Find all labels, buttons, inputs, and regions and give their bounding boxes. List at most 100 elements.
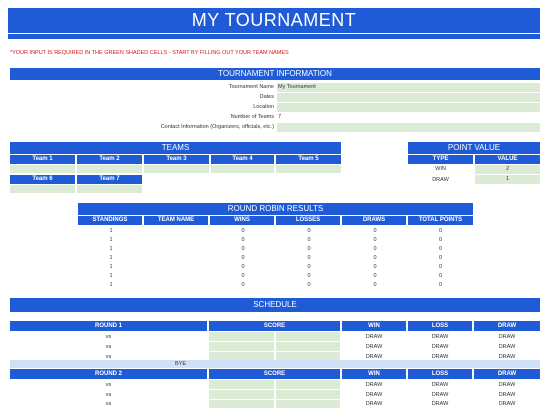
- tournament-info-header: TOURNAMENT INFORMATION: [10, 68, 540, 80]
- round1-match-2-score-b[interactable]: [276, 342, 340, 351]
- round1-match-2-loss: DRAW: [431, 344, 449, 350]
- round2-match-3-loss: DRAW: [431, 401, 449, 407]
- point-type-draw: DRAW: [432, 177, 449, 183]
- rr-draws: 0: [373, 227, 377, 234]
- rr-losses: 0: [307, 263, 311, 270]
- team-label-5: Team 5: [276, 155, 341, 164]
- rr-draws: 0: [373, 263, 377, 270]
- rr-total: 0: [438, 236, 443, 243]
- round1-score-header: SCORE: [209, 321, 340, 331]
- round1-loss-header: LOSS: [408, 321, 472, 331]
- rr-draws: 0: [373, 236, 377, 243]
- table-row: 1 0 0 0 0: [78, 271, 473, 280]
- round1-draw-header: DRAW: [474, 321, 540, 331]
- rr-total: 0: [438, 272, 443, 279]
- table-row: 1 0 0 0 0: [78, 244, 473, 253]
- point-type-column: TYPE: [408, 155, 473, 164]
- round1-match-2-vs: vs: [105, 344, 112, 350]
- table-row: 1 0 0 0 0: [78, 226, 473, 235]
- rr-team: [144, 271, 210, 280]
- rr-wins: 0: [241, 245, 245, 252]
- round2-match-3-win: DRAW: [365, 401, 383, 407]
- rr-col-team-name: TEAM NAME: [144, 216, 208, 225]
- info-label-num-teams: Number of Teams: [230, 114, 274, 120]
- team-label-2: Team 2: [77, 155, 142, 164]
- round2-match-2-score-a[interactable]: [209, 390, 274, 399]
- round2-match-3-score-b[interactable]: [276, 400, 340, 408]
- rr-team: [144, 244, 210, 253]
- team-input-3[interactable]: [144, 165, 209, 173]
- rr-draws: 0: [373, 245, 377, 252]
- round1-match-1-win: DRAW: [365, 334, 383, 340]
- team-input-6[interactable]: [10, 185, 75, 193]
- rr-standing: 1: [109, 245, 113, 252]
- round2-match-2-win: DRAW: [365, 392, 383, 398]
- rr-team: [144, 280, 210, 289]
- table-row: 1 0 0 0 0: [78, 253, 473, 262]
- rr-total: 0: [438, 227, 443, 234]
- info-field-name[interactable]: My Tournament: [277, 83, 540, 92]
- round2-match-1-draw: DRAW: [498, 382, 516, 388]
- round2-match-3-vs: vs: [105, 401, 112, 407]
- round2-match-1-score-a[interactable]: [209, 380, 274, 389]
- rr-col-draws: DRAWS: [342, 216, 406, 225]
- schedule-header: SCHEDULE: [10, 298, 540, 312]
- rr-losses: 0: [307, 245, 311, 252]
- round2-match-2-score-b[interactable]: [276, 390, 340, 399]
- info-field-dates[interactable]: [277, 93, 540, 102]
- round2-match-3-score-a[interactable]: [209, 400, 274, 408]
- round2-match-1-vs: vs: [105, 382, 112, 388]
- round2-draw-header: DRAW: [474, 369, 540, 379]
- table-row: 1 0 0 0 0: [78, 280, 473, 289]
- info-label-location: Location: [253, 104, 274, 110]
- info-field-num-teams: 7: [278, 114, 282, 120]
- page-title: MY TOURNAMENT: [8, 8, 540, 33]
- round1-match-1-vs: vs: [105, 334, 112, 340]
- round1-label: ROUND 1: [10, 321, 207, 331]
- info-field-contact[interactable]: [277, 123, 540, 132]
- round1-match-1-score-a[interactable]: [209, 332, 274, 341]
- rr-wins: 0: [241, 227, 245, 234]
- round2-match-3-draw: DRAW: [498, 401, 516, 407]
- team-input-1[interactable]: [10, 165, 75, 173]
- rr-losses: 0: [307, 254, 311, 261]
- info-label-name: Tournament Name: [228, 84, 274, 90]
- rr-team: [144, 253, 210, 262]
- table-row: 1 0 0 0 0: [78, 235, 473, 244]
- round1-match-1-score-b[interactable]: [276, 332, 340, 341]
- round1-match-2-score-a[interactable]: [209, 342, 274, 351]
- point-type-win: WIN: [435, 166, 446, 172]
- rr-draws: 0: [373, 281, 377, 288]
- team-label-4: Team 4: [211, 155, 274, 164]
- round2-win-header: WIN: [342, 369, 406, 379]
- rr-losses: 0: [307, 227, 311, 234]
- rr-col-standings: STANDINGS: [78, 216, 142, 225]
- round1-match-1-draw: DRAW: [498, 334, 516, 340]
- round1-match-2-draw: DRAW: [498, 344, 516, 350]
- team-label-6: Team 6: [10, 175, 75, 184]
- title-underline: [8, 34, 540, 39]
- round1-win-header: WIN: [342, 321, 406, 331]
- rr-col-losses: LOSSES: [276, 216, 340, 225]
- round2-match-2-loss: DRAW: [431, 392, 449, 398]
- rr-wins: 0: [241, 236, 245, 243]
- team-input-2[interactable]: [77, 165, 142, 173]
- team-label-7: Team 7: [77, 175, 142, 184]
- round-robin-header: ROUND ROBIN RESULTS: [78, 203, 473, 215]
- rr-draws: 0: [373, 272, 377, 279]
- rr-standing: 1: [109, 227, 113, 234]
- info-field-location[interactable]: [277, 103, 540, 112]
- team-input-7[interactable]: [77, 185, 142, 193]
- point-value-column: VALUE: [475, 155, 540, 164]
- team-input-4[interactable]: [211, 165, 274, 173]
- rr-total: 0: [438, 263, 443, 270]
- teams-header: TEAMS: [10, 142, 341, 154]
- point-value-win[interactable]: 2: [475, 165, 540, 174]
- point-value-draw[interactable]: 1: [475, 175, 540, 184]
- info-label-dates: Dates: [259, 94, 274, 100]
- team-input-5[interactable]: [276, 165, 341, 173]
- round2-match-1-score-b[interactable]: [276, 380, 340, 389]
- rr-team: [144, 226, 210, 235]
- table-row: 1 0 0 0 0: [78, 262, 473, 271]
- round2-match-1-loss: DRAW: [431, 382, 449, 388]
